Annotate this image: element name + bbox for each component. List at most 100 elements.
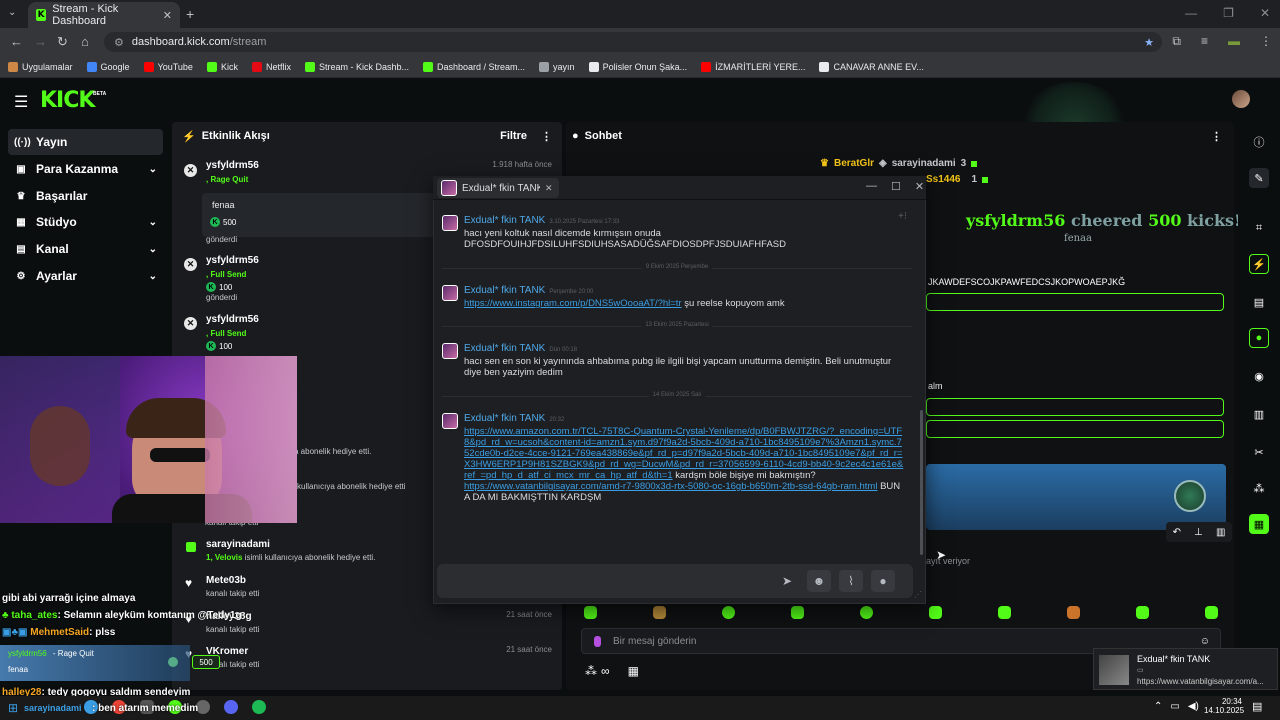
close-window-icon[interactable]: ✕ xyxy=(1260,6,1270,20)
bookmark-item[interactable]: Netflix xyxy=(251,61,291,72)
activity-username[interactable]: ysfyldrm56 xyxy=(206,314,259,325)
message-author[interactable]: Exdual* fkin TANK xyxy=(464,343,545,354)
send-icon[interactable]: ➤ xyxy=(775,570,799,592)
activity-username[interactable]: ysfyldrm56 xyxy=(206,255,259,266)
message-avatar[interactable] xyxy=(442,215,458,231)
crop-icon[interactable]: ⌗ xyxy=(1249,218,1269,238)
minimize-icon[interactable]: — xyxy=(866,180,877,193)
bookmark-item[interactable]: Polisler Onun Şaka... xyxy=(588,61,687,72)
menu-hamburger-icon[interactable]: ☰ xyxy=(14,92,28,112)
edit-icon[interactable]: ✎ xyxy=(1249,168,1269,188)
back-icon[interactable]: ← xyxy=(10,34,23,49)
spotify-icon[interactable] xyxy=(252,700,266,714)
kicks-icon[interactable]: ⁂ xyxy=(585,664,597,678)
discord-icon[interactable] xyxy=(224,700,238,714)
forward-icon[interactable]: → xyxy=(34,34,47,49)
volume-icon[interactable]: ◀) xyxy=(1188,701,1199,712)
kick-logo[interactable]: KICK xyxy=(40,88,95,113)
tray-chevron-icon[interactable]: ⌃ xyxy=(1154,701,1162,712)
message-link[interactable]: https://www.vatanbilgisayar.com/amd-r7-9… xyxy=(464,481,877,492)
bookmark-item[interactable]: CANAVAR ANNE EV... xyxy=(819,61,924,72)
mic-icon[interactable] xyxy=(594,635,601,647)
bookmark-item[interactable]: Google xyxy=(86,61,130,72)
store-icon[interactable]: ▦ xyxy=(628,664,639,678)
top-user-name[interactable]: sarayinadami xyxy=(892,158,956,169)
undo-icon[interactable]: ↶ xyxy=(1173,527,1181,538)
discord-dm-tab[interactable]: Exdual* fkin TANK ✕ xyxy=(437,178,559,198)
attach-icon[interactable]: ⌇ xyxy=(839,570,863,592)
bookmark-item[interactable]: YouTube xyxy=(143,61,193,72)
delete-icon[interactable]: ▥ xyxy=(1216,527,1225,538)
sidebar-item[interactable]: ▤ Kanal ⌄ xyxy=(8,236,163,262)
menu-icon[interactable]: ⋮ xyxy=(1260,34,1272,49)
reload-icon[interactable]: ↻ xyxy=(57,34,68,50)
lightning-icon[interactable]: ⚡ xyxy=(1249,254,1269,274)
message-link[interactable]: https://www.instagram.com/p/DNS5wOooaAT/… xyxy=(464,298,682,309)
network-icon[interactable]: ▭ xyxy=(1170,701,1179,712)
minimize-icon[interactable]: — xyxy=(1185,6,1197,20)
media-icon[interactable]: ≡ xyxy=(1201,34,1208,49)
bookmark-item[interactable]: Dashboard / Stream... xyxy=(423,61,525,72)
emote-icon[interactable] xyxy=(1205,606,1218,619)
bookmark-item[interactable]: yayın xyxy=(539,61,575,72)
sidebar-item[interactable]: ⚙ Ayarlar ⌄ xyxy=(8,263,163,289)
chevron-down-icon[interactable]: ⌄ xyxy=(149,217,157,228)
emoji-picker-icon[interactable]: ☺ xyxy=(1200,636,1210,647)
emote-icon[interactable] xyxy=(584,606,597,619)
site-info-icon[interactable]: ⚙ xyxy=(114,36,124,49)
sidebar-item[interactable]: ♛ Başarılar xyxy=(8,183,163,209)
more-options-icon[interactable]: ⋮ xyxy=(541,130,552,143)
filter-button[interactable]: Filtre xyxy=(500,130,527,142)
emote-icon[interactable] xyxy=(929,606,942,619)
discord-scrollbar[interactable] xyxy=(920,410,923,555)
resize-grip-icon[interactable]: ⋰ xyxy=(914,590,922,599)
notification-center-icon[interactable]: ▤ xyxy=(1252,700,1262,713)
wrench-icon[interactable]: ✂ xyxy=(1249,442,1269,462)
chevron-down-icon[interactable]: ⌄ xyxy=(149,244,157,255)
document-icon[interactable]: ▤ xyxy=(1249,292,1269,312)
clip-icon[interactable]: ▦ xyxy=(1249,514,1269,534)
tab-close-icon[interactable]: ✕ xyxy=(163,9,172,22)
emote-icon[interactable] xyxy=(1067,606,1080,619)
message-avatar[interactable] xyxy=(442,343,458,359)
activity-username[interactable]: sarayinadami xyxy=(206,539,270,550)
emote-icon[interactable] xyxy=(860,606,873,619)
emote-icon[interactable] xyxy=(722,606,735,619)
infinity-icon[interactable]: ∞ xyxy=(601,664,610,678)
tab-search-icon[interactable]: ⌄ xyxy=(8,7,16,18)
layers-icon[interactable]: ▥ xyxy=(1249,404,1269,424)
bookmark-item[interactable]: Kick xyxy=(206,61,238,72)
activity-username[interactable]: ysfyldrm56 xyxy=(206,160,259,171)
emoji-icon[interactable]: ☻ xyxy=(807,570,831,592)
message-author[interactable]: Exdual* fkin TANK xyxy=(464,285,545,296)
kicks-icon[interactable]: ⁂ xyxy=(1249,478,1269,498)
browser-tab[interactable]: K Stream - Kick Dashboard ✕ xyxy=(28,2,180,28)
windows-start-icon[interactable]: ⊞ xyxy=(8,701,18,715)
voice-message-icon[interactable]: ● xyxy=(871,570,895,592)
pin-icon[interactable]: ⊥ xyxy=(1194,527,1203,538)
sidebar-item[interactable]: ▦ Stüdyo ⌄ xyxy=(8,209,163,235)
broadcast-icon[interactable]: ◉ xyxy=(1249,366,1269,386)
bookmark-star-icon[interactable]: ★ xyxy=(1144,36,1154,49)
message-author[interactable]: Exdual* fkin TANK xyxy=(464,215,545,226)
emote-icon[interactable] xyxy=(998,606,1011,619)
bookmark-item[interactable]: İZMARİTLERİ YERE... xyxy=(701,61,805,72)
emote-icon[interactable] xyxy=(1136,606,1149,619)
sidebar-item[interactable]: ▣ Para Kazanma ⌄ xyxy=(8,156,163,182)
emote-icon[interactable] xyxy=(653,606,666,619)
clock[interactable]: 20:34 14.10.2025 xyxy=(1204,697,1244,715)
message-avatar[interactable] xyxy=(442,413,458,429)
chat-options-icon[interactable]: ⋮ xyxy=(1211,130,1222,143)
bookmark-item[interactable]: Stream - Kick Dashb... xyxy=(304,61,409,72)
activity-username[interactable]: Mete03b xyxy=(206,575,246,586)
top-user-name[interactable]: BeratGlr xyxy=(834,158,874,169)
chevron-down-icon[interactable]: ⌄ xyxy=(149,164,157,175)
profile-icon[interactable]: ▬ xyxy=(1228,34,1240,49)
close-window-icon[interactable]: ✕ xyxy=(915,180,924,193)
chat-icon[interactable]: ● xyxy=(1249,328,1269,348)
message-avatar[interactable] xyxy=(442,285,458,301)
dm-tab-close-icon[interactable]: ✕ xyxy=(545,183,553,194)
maximize-icon[interactable]: ❐ xyxy=(1223,6,1234,20)
user-avatar[interactable] xyxy=(1232,90,1250,108)
home-icon[interactable]: ⌂ xyxy=(81,34,89,49)
